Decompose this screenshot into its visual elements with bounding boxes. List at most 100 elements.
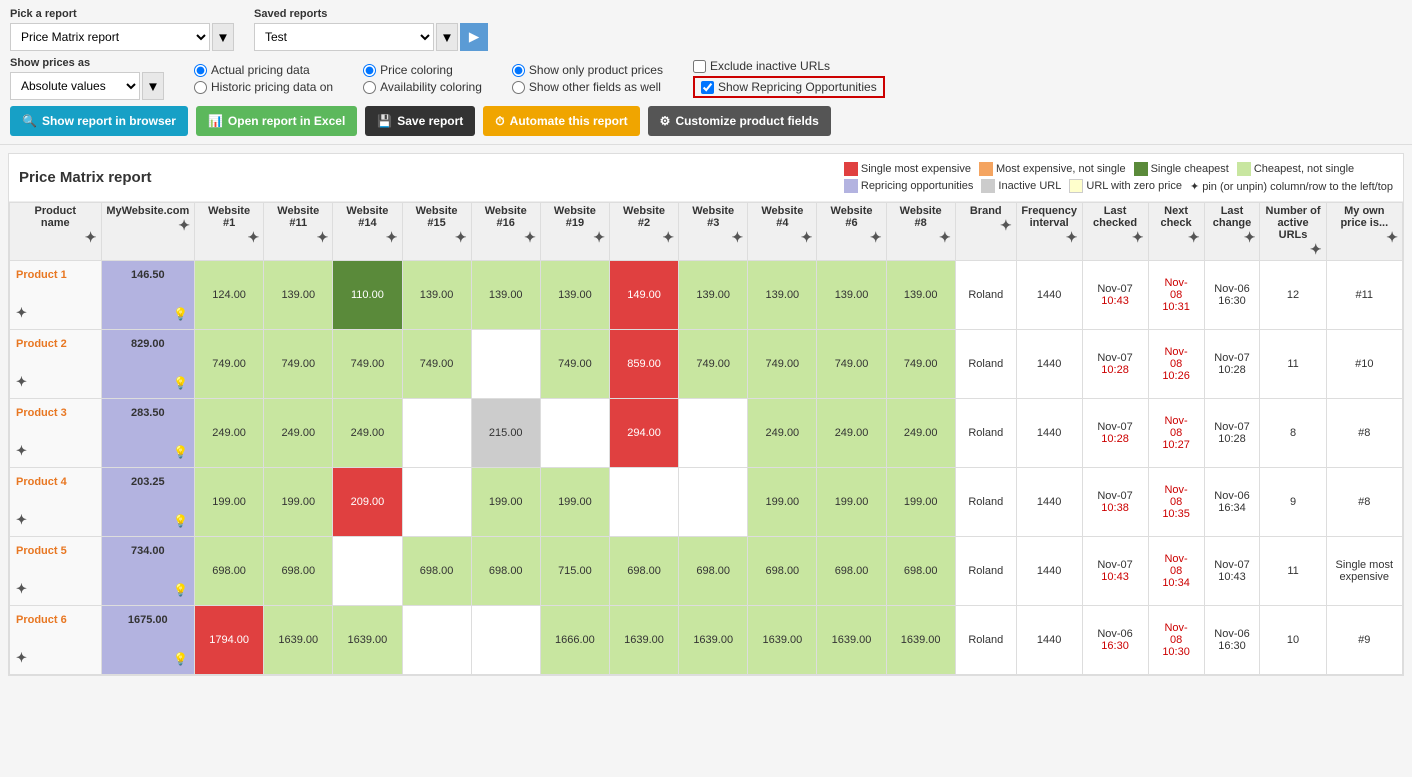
pin-lastchecked-col[interactable]: ✦ <box>1132 229 1144 246</box>
next-check-cell: Nov-0810:27 <box>1148 399 1204 468</box>
last-checked-cell: Nov-0710:28 <box>1082 399 1148 468</box>
customize-fields-button[interactable]: ⚙ Customize product fields <box>648 106 831 136</box>
bulb-icon[interactable]: 💡 <box>173 514 188 528</box>
pin-freq-col[interactable]: ✦ <box>1066 229 1078 246</box>
pin-w4-col[interactable]: ✦ <box>801 229 813 246</box>
bulb-icon[interactable]: 💡 <box>173 583 188 597</box>
cell-w4: 199.00 <box>748 468 817 537</box>
last-checked-cell: Nov-0710:38 <box>1082 468 1148 537</box>
active-urls-cell: 9 <box>1260 468 1326 537</box>
saved-reports-select[interactable]: Test <box>254 23 434 51</box>
next-check-cell: Nov-0810:35 <box>1148 468 1204 537</box>
show-prices-select[interactable]: Absolute values <box>10 72 140 100</box>
table-row: Product 3 ✦ 283.50 💡 249.00249.00249.002… <box>10 399 1403 468</box>
col-w8: Website#8✦ <box>886 203 955 261</box>
cell-w8: 1639.00 <box>886 606 955 675</box>
next-check-cell: Nov-0810:26 <box>1148 330 1204 399</box>
col-freq: Frequencyinterval✦ <box>1016 203 1082 261</box>
cell-w8: 698.00 <box>886 537 955 606</box>
pin-product-row[interactable]: ✦ <box>16 581 95 597</box>
cell-w6: 199.00 <box>817 468 886 537</box>
pin-activeurls-col[interactable]: ✦ <box>1310 241 1322 258</box>
last-change-cell: Nov-0616:34 <box>1204 468 1260 537</box>
pin-brand-col[interactable]: ✦ <box>1000 217 1012 234</box>
cell-w15 <box>402 468 471 537</box>
bulb-icon[interactable]: 💡 <box>173 652 188 666</box>
saved-reports-label: Saved reports <box>254 8 488 20</box>
active-urls-cell: 10 <box>1260 606 1326 675</box>
my-price-cell: #9 <box>1326 606 1402 675</box>
saved-reports-play-btn[interactable]: ▶ <box>460 23 488 51</box>
last-change-cell: Nov-0616:30 <box>1204 261 1260 330</box>
pin-w15-col[interactable]: ✦ <box>455 229 467 246</box>
show-repricing-option[interactable]: Show Repricing Opportunities <box>701 80 877 94</box>
next-check-cell: Nov-0810:31 <box>1148 261 1204 330</box>
product-name-text: Product 1 <box>16 269 95 281</box>
cell-w1: 199.00 <box>195 468 264 537</box>
pick-report-dropdown-btn[interactable]: ▼ <box>212 23 234 51</box>
bulb-icon[interactable]: 💡 <box>173 307 188 321</box>
actual-pricing-option[interactable]: Actual pricing data <box>194 63 333 77</box>
mywebsite-cell: 203.25 💡 <box>101 468 195 537</box>
pin-product-row[interactable]: ✦ <box>16 512 95 528</box>
show-other-fields-option[interactable]: Show other fields as well <box>512 80 663 94</box>
pin-w16-col[interactable]: ✦ <box>524 229 536 246</box>
pin-product-col[interactable]: ✦ <box>85 229 97 246</box>
pin-product-row[interactable]: ✦ <box>16 305 95 321</box>
col-brand: Brand✦ <box>955 203 1016 261</box>
pin-w1-col[interactable]: ✦ <box>247 229 259 246</box>
my-price-cell: #11 <box>1326 261 1402 330</box>
pin-product-row[interactable]: ✦ <box>16 374 95 390</box>
cell-w6: 249.00 <box>817 399 886 468</box>
cell-w8: 749.00 <box>886 330 955 399</box>
cell-w4: 1639.00 <box>748 606 817 675</box>
pin-lastchange-col[interactable]: ✦ <box>1244 229 1256 246</box>
cell-w1: 749.00 <box>195 330 264 399</box>
pin-w8-col[interactable]: ✦ <box>939 229 951 246</box>
exclude-inactive-option[interactable]: Exclude inactive URLs <box>693 59 885 73</box>
price-coloring-option[interactable]: Price coloring <box>363 63 482 77</box>
pin-product-row[interactable]: ✦ <box>16 650 95 666</box>
pin-w19-col[interactable]: ✦ <box>593 229 605 246</box>
report-title: Price Matrix report <box>19 169 152 186</box>
cell-w14: 249.00 <box>333 399 402 468</box>
pin-w14-col[interactable]: ✦ <box>386 229 398 246</box>
historic-pricing-option[interactable]: Historic pricing data on <box>194 80 333 94</box>
pin-nextcheck-col[interactable]: ✦ <box>1188 229 1200 246</box>
show-only-product-option[interactable]: Show only product prices <box>512 63 663 77</box>
mywebsite-cell: 1675.00 💡 <box>101 606 195 675</box>
cell-w1: 124.00 <box>195 261 264 330</box>
bulb-icon[interactable]: 💡 <box>173 376 188 390</box>
col-product-name: Productname✦ <box>10 203 102 261</box>
open-excel-button[interactable]: 📊 Open report in Excel <box>196 106 357 136</box>
mywebsite-cell: 829.00 💡 <box>101 330 195 399</box>
pin-w2-col[interactable]: ✦ <box>662 229 674 246</box>
saved-reports-dropdown-btn[interactable]: ▼ <box>436 23 458 51</box>
save-report-button[interactable]: 💾 Save report <box>365 106 475 136</box>
product-name-text: Product 2 <box>16 338 95 350</box>
cell-w1: 698.00 <box>195 537 264 606</box>
pin-w11-col[interactable]: ✦ <box>317 229 329 246</box>
coloring-options: Price coloring Availability coloring <box>363 63 482 94</box>
col-last-change: Lastchange✦ <box>1204 203 1260 261</box>
freq-cell: 1440 <box>1016 537 1082 606</box>
avail-coloring-option[interactable]: Availability coloring <box>363 80 482 94</box>
automate-report-button[interactable]: ⏱ Automate this report <box>483 106 639 136</box>
brand-cell: Roland <box>955 468 1016 537</box>
show-prices-dropdown-btn[interactable]: ▼ <box>142 72 164 100</box>
pin-myprice-col[interactable]: ✦ <box>1386 229 1398 246</box>
pick-report-select[interactable]: Price Matrix report <box>10 23 210 51</box>
cell-w3: 1639.00 <box>679 606 748 675</box>
pin-product-row[interactable]: ✦ <box>16 443 95 459</box>
cell-w11: 199.00 <box>264 468 333 537</box>
cell-w15: 749.00 <box>402 330 471 399</box>
freq-cell: 1440 <box>1016 606 1082 675</box>
bulb-icon[interactable]: 💡 <box>173 445 188 459</box>
pin-w6-col[interactable]: ✦ <box>870 229 882 246</box>
col-mywebsite: MyWebsite.com✦ <box>101 203 195 261</box>
cell-w14: 749.00 <box>333 330 402 399</box>
mywebsite-cell: 283.50 💡 <box>101 399 195 468</box>
pin-mywebsite-col[interactable]: ✦ <box>178 217 190 234</box>
show-browser-button[interactable]: 🔍 Show report in browser <box>10 106 188 136</box>
pin-w3-col[interactable]: ✦ <box>732 229 744 246</box>
